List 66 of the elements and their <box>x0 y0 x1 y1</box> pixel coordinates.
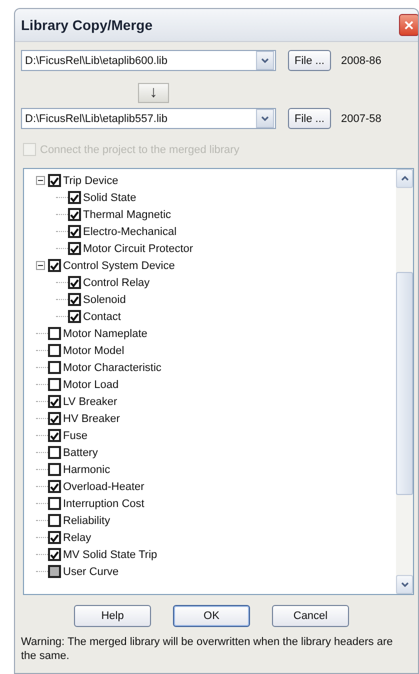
checkbox[interactable] <box>48 480 61 493</box>
checkbox[interactable] <box>48 344 61 357</box>
tree-item[interactable]: Motor Nameplate <box>63 328 148 340</box>
library-path-dropdown[interactable]: D:\FicusRel\Lib\etaplib600.lib <box>21 50 276 71</box>
scroll-down-icon[interactable] <box>400 582 408 587</box>
tree-item[interactable]: Electro-Mechanical <box>83 226 177 238</box>
checkbox[interactable] <box>48 531 61 544</box>
dialog-button[interactable]: OK <box>173 605 250 627</box>
tree-item[interactable]: LV Breaker <box>63 396 118 408</box>
checkbox[interactable] <box>68 276 81 289</box>
tree-item[interactable]: Relay <box>63 532 92 544</box>
library-path-dropdown[interactable]: D:\FicusRel\Lib\etaplib557.lib <box>21 108 276 129</box>
checkbox[interactable] <box>48 514 61 527</box>
tree-item[interactable]: Contact <box>83 310 121 322</box>
checkbox[interactable] <box>68 310 81 323</box>
checkbox[interactable] <box>68 208 81 221</box>
tree-item[interactable]: MV Solid State Trip <box>63 548 158 560</box>
tree-item[interactable]: Trip Device <box>63 174 118 186</box>
checkbox[interactable] <box>68 191 81 204</box>
checkbox[interactable] <box>48 497 61 510</box>
tree-item[interactable]: Thermal Magnetic <box>83 208 172 220</box>
tree-item[interactable]: Fuse <box>63 430 88 442</box>
tree-item[interactable]: Control System Device <box>63 260 175 272</box>
checkbox[interactable] <box>48 429 61 442</box>
tree-item[interactable]: Reliability <box>63 514 110 526</box>
checkbox[interactable] <box>48 327 61 340</box>
checkbox[interactable] <box>48 378 61 391</box>
checkbox[interactable] <box>68 242 81 255</box>
checkbox[interactable] <box>48 548 61 561</box>
tree-item[interactable]: Solid State <box>83 192 136 204</box>
tree-item[interactable]: Motor Characteristic <box>63 362 162 374</box>
checkbox[interactable] <box>68 293 81 306</box>
checkbox[interactable] <box>48 463 61 476</box>
checkbox[interactable] <box>48 259 61 272</box>
warning-text: Warning: The merged library will be overwritten when the library headers are the same. <box>21 635 394 663</box>
checkbox[interactable] <box>48 174 61 187</box>
tree-item[interactable]: Control Relay <box>83 276 150 288</box>
tree-item[interactable]: Motor Model <box>63 344 124 356</box>
checkbox[interactable] <box>48 361 61 374</box>
tree-item[interactable]: Solenoid <box>83 294 126 306</box>
tree-item[interactable]: Interruption Cost <box>63 498 144 510</box>
tree-item[interactable]: Battery <box>63 446 98 458</box>
tree-item[interactable]: Overload-Heater <box>63 480 144 492</box>
dropdown-caret-icon <box>261 116 269 121</box>
file-button[interactable]: File ... <box>288 108 331 129</box>
collapse-icon[interactable] <box>36 261 45 270</box>
tree-item[interactable]: HV Breaker <box>63 412 120 424</box>
library-version: 2008-86 <box>341 54 382 66</box>
tree-item[interactable]: Motor Circuit Protector <box>83 242 194 254</box>
checkbox[interactable] <box>48 446 61 459</box>
window-title: Library Copy/Merge <box>21 17 152 33</box>
dialog-button[interactable]: Help <box>74 605 151 627</box>
checkbox[interactable] <box>68 225 81 238</box>
checkbox[interactable] <box>48 412 61 425</box>
scrollbar[interactable] <box>396 169 413 594</box>
tree-item[interactable]: Harmonic <box>63 464 110 476</box>
copy-arrow-button[interactable]: ↓ <box>138 83 169 103</box>
dialog-button[interactable]: Cancel <box>272 605 349 627</box>
tree-item[interactable]: Motor Load <box>63 378 119 390</box>
scroll-up-icon[interactable] <box>400 176 408 181</box>
checkbox[interactable] <box>48 395 61 408</box>
file-button[interactable]: File ... <box>288 50 331 71</box>
collapse-icon[interactable] <box>36 176 45 185</box>
library-version: 2007-58 <box>341 112 382 124</box>
tree-item[interactable]: User Curve <box>63 566 119 578</box>
dropdown-caret-icon <box>261 58 269 63</box>
